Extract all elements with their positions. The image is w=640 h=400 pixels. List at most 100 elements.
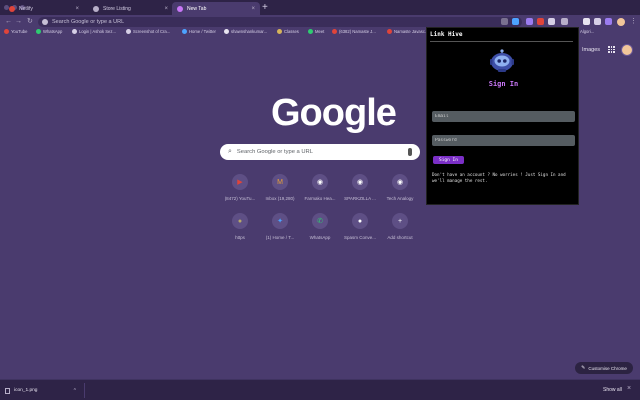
shortcut-label: Tech Analogy bbox=[386, 196, 414, 201]
bookmark-label: Screenshot of Cra... bbox=[133, 29, 171, 34]
search-box[interactable]: ⌕ Search Google or type a URL bbox=[220, 144, 420, 160]
new-tab-button[interactable]: + bbox=[262, 2, 268, 13]
github-icon: ◉ bbox=[352, 174, 368, 190]
reload-icon[interactable]: ↻ bbox=[27, 17, 33, 26]
meet-icon bbox=[308, 29, 313, 34]
whatsapp-icon: ✆ bbox=[312, 213, 328, 229]
tab-close-icon[interactable]: × bbox=[251, 6, 255, 12]
popup-title: Link Hive bbox=[430, 31, 463, 38]
site-icon: ● bbox=[232, 213, 248, 229]
bookmark-screenshot[interactable]: Screenshot of Cra... bbox=[126, 29, 170, 34]
chevron-up-icon[interactable]: ^ bbox=[74, 388, 76, 394]
extension-icon[interactable] bbox=[526, 18, 533, 25]
bookmark-github[interactable]: shawnshankumar... bbox=[224, 29, 267, 34]
github-icon bbox=[224, 29, 229, 34]
back-arrow-icon[interactable]: ← bbox=[5, 17, 12, 26]
signin-button[interactable]: Sign In bbox=[433, 156, 464, 164]
bookmark-label: YouTube bbox=[11, 29, 28, 34]
tab-store-listing[interactable]: Store Listing × bbox=[88, 2, 173, 15]
bookmark-label: Meet bbox=[315, 29, 325, 34]
add-shortcut-button[interactable]: + Add shortcut bbox=[375, 213, 425, 240]
bookmark-namaste-2[interactable]: Namaste Javasc... bbox=[387, 29, 428, 34]
newtab-favicon-icon bbox=[177, 5, 183, 12]
bookmark-meet[interactable]: Meet bbox=[308, 29, 324, 34]
bookmark-namaste-1[interactable]: (6382) Namaste J... bbox=[332, 29, 376, 34]
download-bar: icon_1.png ^ bbox=[0, 379, 640, 400]
site-icon: ● bbox=[352, 213, 368, 229]
account-avatar[interactable] bbox=[621, 44, 633, 56]
bookmark-label: Home / Twitter bbox=[189, 29, 216, 34]
puzzle-icon[interactable] bbox=[583, 18, 590, 25]
email-field[interactable] bbox=[432, 111, 575, 122]
sidebar-icon[interactable] bbox=[594, 18, 601, 25]
tab-netlify[interactable]: Netlify × bbox=[4, 2, 84, 15]
images-link[interactable]: Images bbox=[582, 47, 600, 53]
signin-note: Don't have an account ? No worries ! Jus… bbox=[432, 172, 566, 183]
download-item[interactable]: icon_1.png ^ bbox=[5, 385, 82, 396]
bookmark-login[interactable]: Login | Ashok Sez... bbox=[72, 29, 116, 34]
menu-dots-icon[interactable]: ⋮ bbox=[630, 17, 637, 26]
bookmark-youtube[interactable]: YouTube bbox=[4, 29, 27, 34]
divider bbox=[430, 41, 573, 42]
bookmark-label: Algori... bbox=[580, 29, 595, 34]
address-bar-placeholder: Search Google or type a URL bbox=[52, 19, 125, 25]
apps-grid-icon[interactable] bbox=[608, 46, 615, 53]
close-icon[interactable]: × bbox=[627, 385, 631, 392]
github-icon: ◉ bbox=[392, 174, 408, 190]
twitter-icon: ✦ bbox=[272, 213, 288, 229]
tab-title: Store Listing bbox=[103, 5, 131, 12]
youtube-icon bbox=[4, 29, 9, 34]
tab-new-tab[interactable]: New Tab × bbox=[172, 2, 260, 15]
google-g-icon bbox=[42, 19, 48, 25]
tab-close-icon[interactable]: × bbox=[75, 6, 79, 12]
robot-logo-icon bbox=[490, 49, 514, 72]
tab-title: Netlify bbox=[19, 5, 33, 12]
signin-heading: Sign In bbox=[488, 80, 519, 88]
extension-icon[interactable] bbox=[537, 18, 544, 25]
bookmark-classes[interactable]: Classes bbox=[277, 29, 299, 34]
bookmark-algorithms[interactable]: Algori... bbox=[580, 29, 594, 34]
extension-icon[interactable] bbox=[605, 18, 612, 25]
tab-close-icon[interactable]: × bbox=[164, 6, 168, 12]
bookmark-label: Classes bbox=[284, 29, 299, 34]
divider bbox=[84, 383, 85, 398]
tab-title: New Tab bbox=[187, 5, 207, 12]
globe-icon bbox=[126, 29, 131, 34]
shield-icon[interactable] bbox=[548, 18, 555, 25]
customise-chrome-button[interactable]: ✎ Customise Chrome bbox=[575, 362, 633, 374]
bookmark-label: shawnshankumar... bbox=[231, 29, 268, 34]
link-hive-popup: Link Hive Sign In Sign In Don't have an … bbox=[426, 27, 579, 205]
store-favicon-icon bbox=[93, 5, 99, 12]
twitter-icon bbox=[182, 29, 187, 34]
download-filename: icon_1.png bbox=[14, 388, 38, 393]
bookmark-whatsapp[interactable]: WhatsApp bbox=[36, 29, 62, 34]
bookmark-label: WhatsApp bbox=[43, 29, 63, 34]
bookmark-star-icon[interactable] bbox=[512, 18, 519, 25]
youtube-icon bbox=[332, 29, 337, 34]
github-icon: ◉ bbox=[312, 174, 328, 190]
extension-icon[interactable] bbox=[561, 18, 568, 25]
microphone-icon[interactable] bbox=[408, 148, 412, 156]
pencil-icon: ✎ bbox=[581, 365, 586, 371]
bookmark-label: Login | Ashok Sez... bbox=[79, 29, 116, 34]
bookmark-label: Namaste Javasc... bbox=[394, 29, 429, 34]
bookmark-label: (6382) Namaste J... bbox=[339, 29, 376, 34]
share-icon[interactable] bbox=[501, 18, 508, 25]
search-icon: ⌕ bbox=[228, 148, 232, 155]
classroom-icon bbox=[277, 29, 282, 34]
shortcut-label: Add shortcut bbox=[387, 235, 413, 240]
show-all-button[interactable]: Show all bbox=[603, 387, 622, 393]
forward-arrow-icon[interactable]: → bbox=[15, 17, 22, 26]
file-icon bbox=[5, 387, 10, 394]
youtube-icon: ▶ bbox=[232, 174, 248, 190]
shortcut-tech-analogy[interactable]: ◉ Tech Analogy bbox=[375, 174, 425, 201]
netlify-favicon-icon bbox=[9, 5, 15, 12]
tab-strip: Netlify × Store Listing × New Tab × + bbox=[0, 0, 640, 15]
password-field[interactable] bbox=[432, 135, 575, 146]
profile-avatar[interactable] bbox=[617, 18, 625, 26]
customise-label: Customise Chrome bbox=[588, 365, 627, 371]
bookmark-twitter[interactable]: Home / Twitter bbox=[182, 29, 216, 34]
globe-icon bbox=[72, 29, 77, 34]
youtube-icon bbox=[387, 29, 392, 34]
address-bar[interactable]: Search Google or type a URL bbox=[38, 17, 522, 27]
